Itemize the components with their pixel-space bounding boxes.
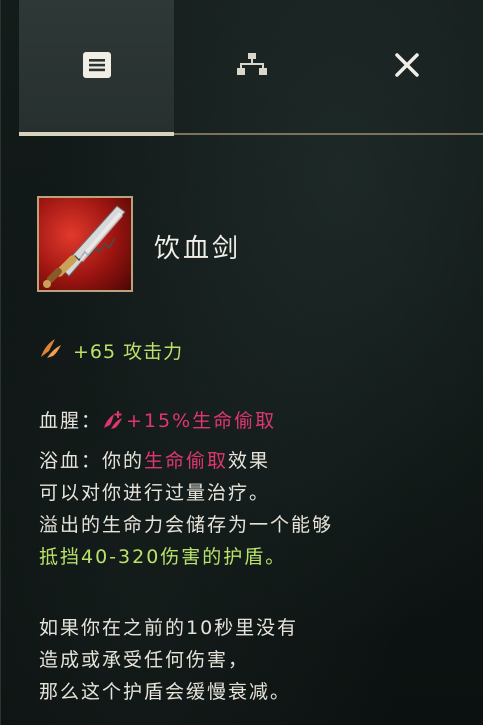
item-tooltip-panel: 饮血剑 +65 攻击力 血腥： +15%生命偷取 浴血：你的生命偷取效果 可以对你… xyxy=(0,0,483,725)
passive-2-line-1: 浴血：你的生命偷取效果 xyxy=(39,445,469,477)
stat-attack-damage: +65 攻击力 xyxy=(39,336,183,364)
passive-2-label: 浴血： xyxy=(39,450,103,472)
passive-2-line-2: 可以对你进行过量治疗。 xyxy=(39,482,271,504)
close-button[interactable] xyxy=(329,0,483,134)
item-name: 饮血剑 xyxy=(154,234,242,264)
tab-build-tree[interactable] xyxy=(174,0,329,134)
passive-2-text-a: 你的 xyxy=(102,450,145,472)
passive-2-highlight: 生命偷取 xyxy=(144,450,229,472)
note-line-2: 造成或承受任何伤害， xyxy=(39,649,250,671)
note-line-1: 如果你在之前的10秒里没有 xyxy=(39,617,299,639)
passive-1-value: +15%生命偷取 xyxy=(126,410,277,432)
tree-icon xyxy=(236,53,267,81)
note-line-3: 那么这个护盾会缓慢衰减。 xyxy=(39,681,292,703)
attack-damage-icon xyxy=(39,337,63,363)
note-block: 如果你在之前的10秒里没有 造成或承受任何伤害， 那么这个护盾会缓慢衰减。 xyxy=(39,612,469,708)
passive-2-text-b: 效果 xyxy=(228,450,271,472)
tab-item-details[interactable] xyxy=(19,0,174,134)
lifesteal-icon xyxy=(102,408,124,440)
passive-1-line: 血腥： +15%生命偷取 xyxy=(39,405,469,440)
close-icon xyxy=(394,52,420,82)
passive-2-block: 浴血：你的生命偷取效果 可以对你进行过量治疗。 溢出的生命力会储存为一个能够 抵… xyxy=(39,445,469,573)
stat-text: +65 攻击力 xyxy=(73,340,184,363)
list-icon xyxy=(82,52,111,82)
bloodthirster-sword-icon xyxy=(37,196,133,292)
passive-1-label: 血腥： xyxy=(39,410,103,432)
passive-2-line-3: 溢出的生命力会储存为一个能够 xyxy=(39,514,334,536)
passive-2-line-4: 抵挡40-320伤害的护盾。 xyxy=(39,546,287,568)
tab-bar xyxy=(19,0,483,138)
